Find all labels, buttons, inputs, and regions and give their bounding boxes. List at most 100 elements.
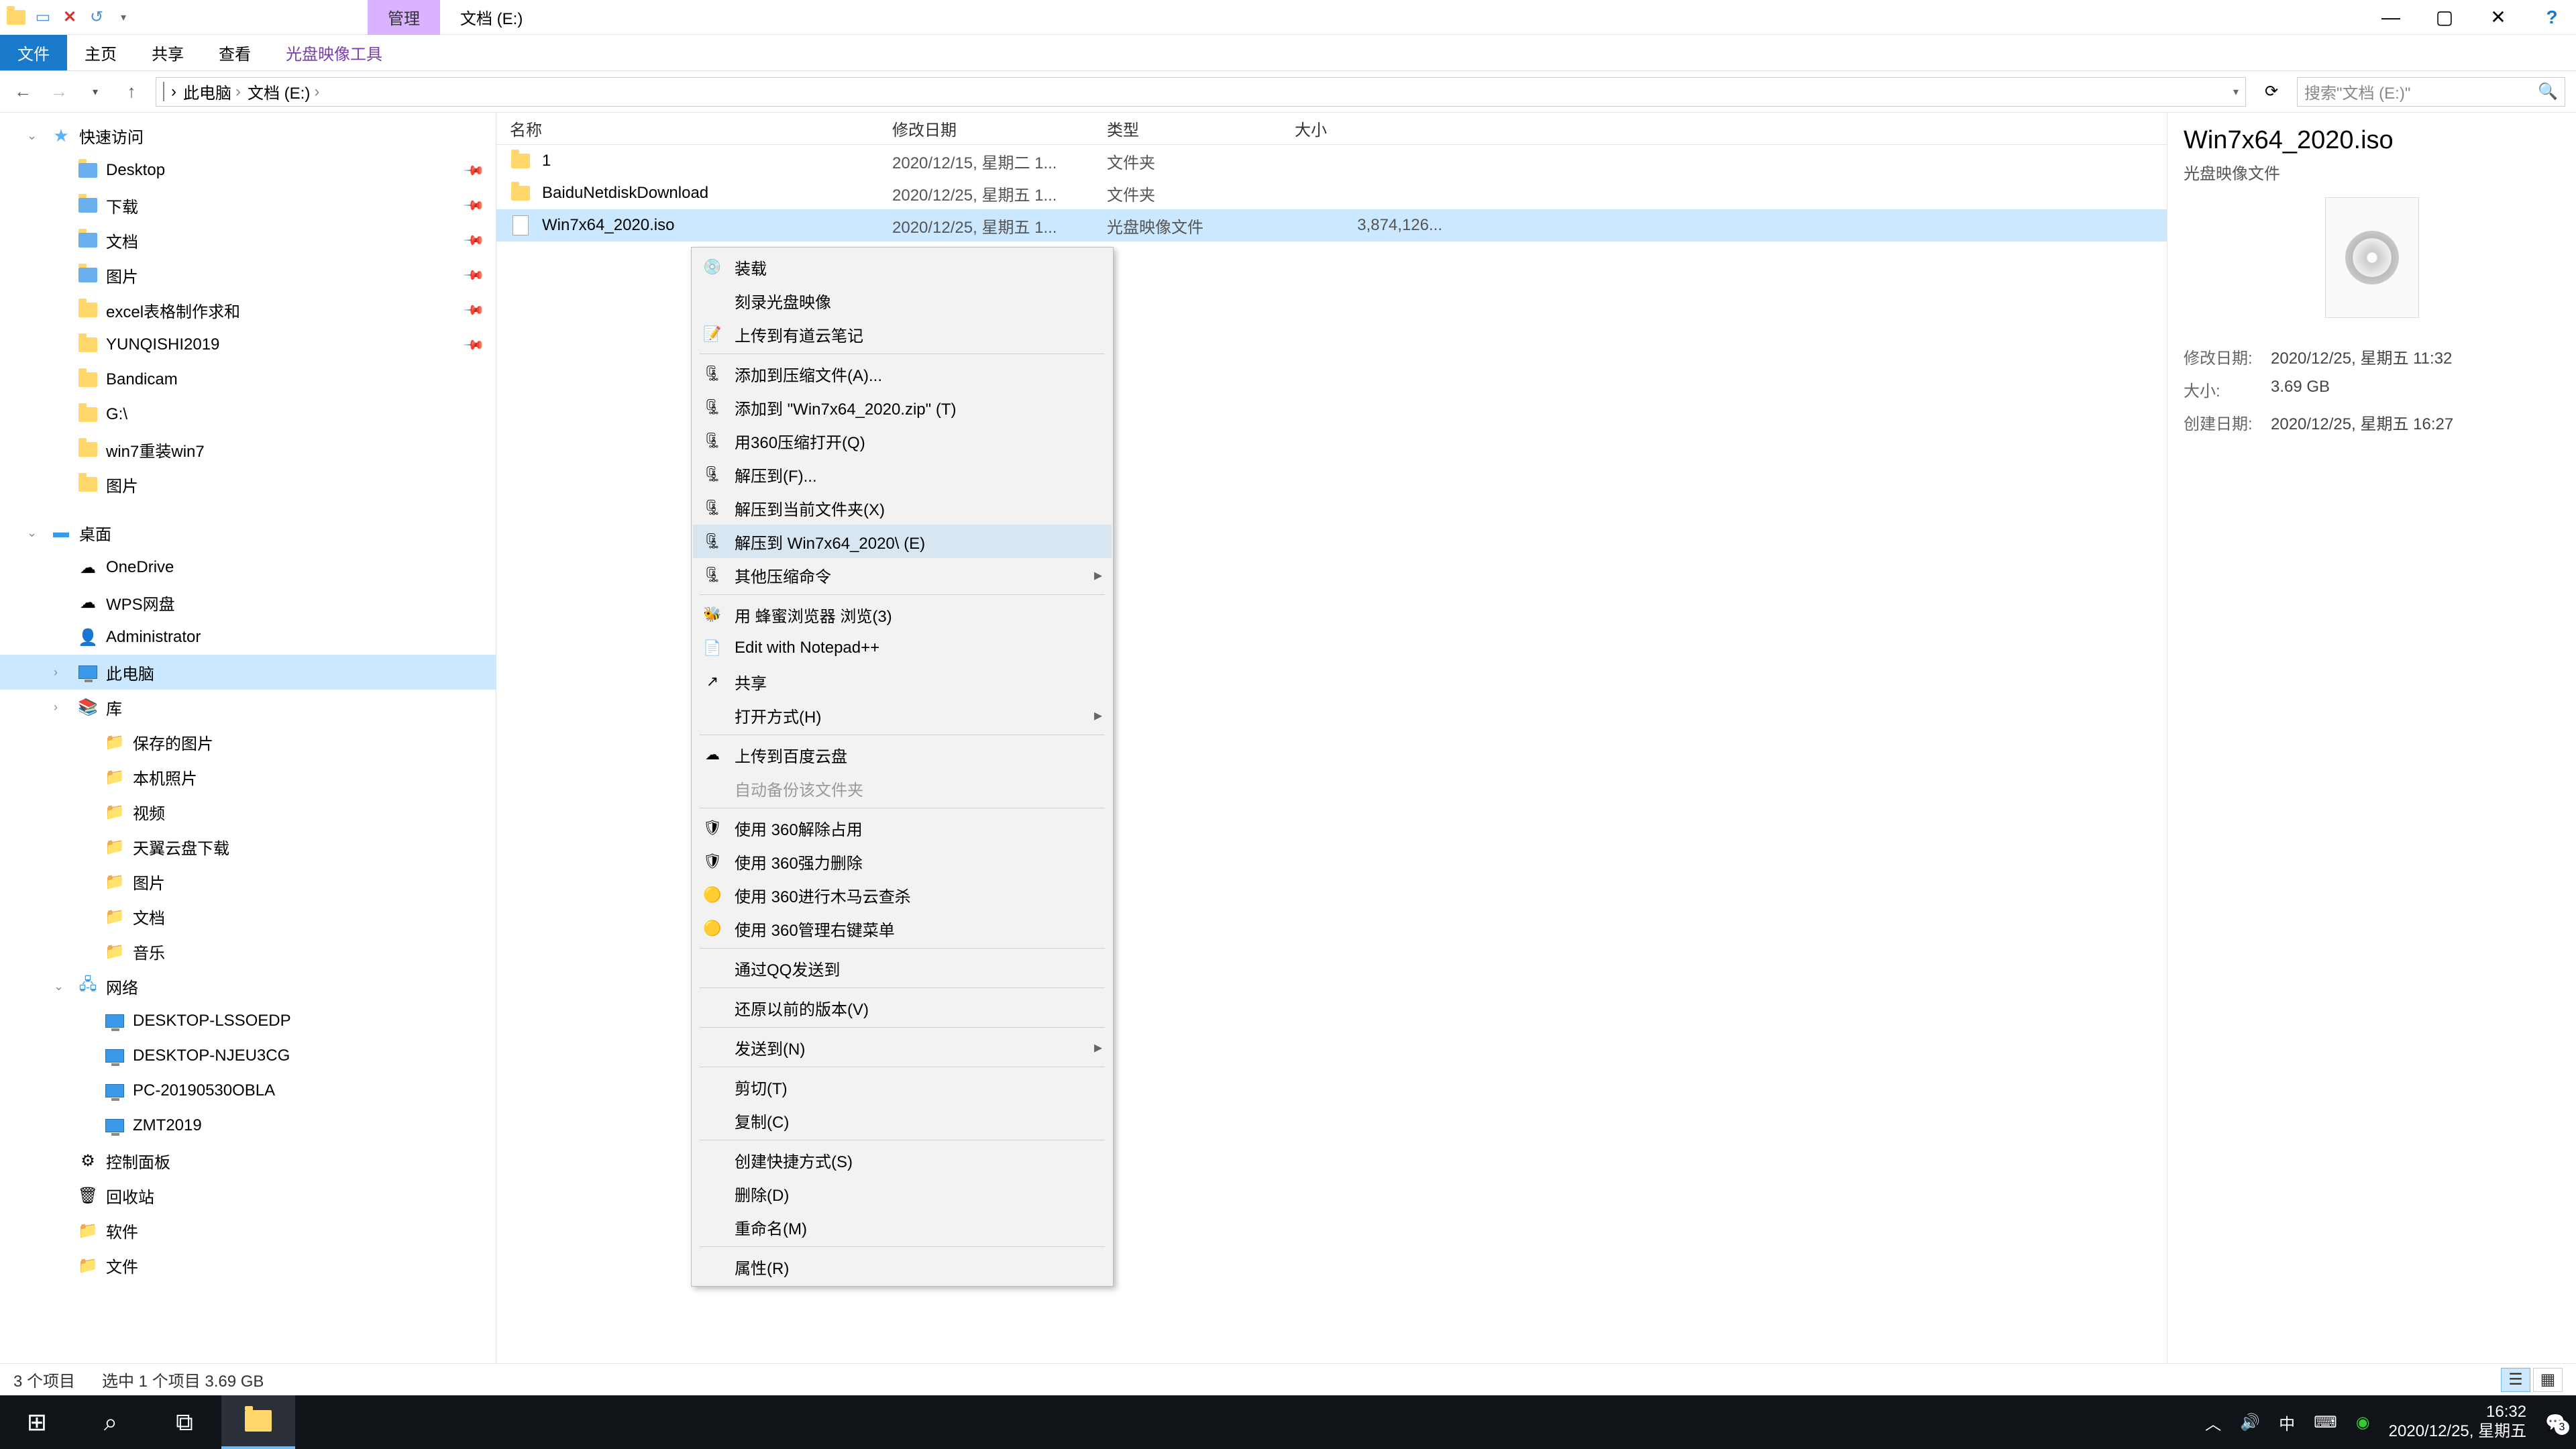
task-view-button[interactable]: ⧉	[148, 1395, 221, 1449]
context-menu-item[interactable]: 📄 Edit with Notepad++	[693, 631, 1112, 665]
expand-icon[interactable]: ›	[54, 700, 70, 714]
breadcrumb[interactable]: › 此电脑› 文档 (E:)› ▾	[156, 77, 2246, 107]
breadcrumb-item[interactable]: 文档 (E:)›	[248, 80, 319, 103]
tree-quick-item[interactable]: 图片	[0, 467, 496, 502]
tray-keyboard-icon[interactable]: ⌨	[2314, 1413, 2337, 1432]
qat-delete-icon[interactable]: ✕	[60, 8, 79, 27]
column-date[interactable]: 修改日期	[892, 117, 1107, 140]
context-menu-item[interactable]: 🗜 添加到压缩文件(A)...	[693, 357, 1112, 390]
column-size[interactable]: 大小	[1295, 117, 1469, 140]
context-menu-item[interactable]: 还原以前的版本(V)	[693, 991, 1112, 1024]
tree-desktop-item[interactable]: › 📚 库	[0, 690, 496, 724]
context-menu-item[interactable]: 🟡 使用 360进行木马云查杀	[693, 878, 1112, 912]
context-menu-item[interactable]: 重命名(M)	[693, 1210, 1112, 1244]
tree-quick-item[interactable]: excel表格制作求和 📌	[0, 292, 496, 327]
tree-library-item[interactable]: 📁 文档	[0, 899, 496, 934]
tree-quick-item[interactable]: 下载 📌	[0, 188, 496, 223]
ribbon-tab-file[interactable]: 文件	[0, 35, 67, 70]
tray-action-center-icon[interactable]: 💬3	[2545, 1413, 2565, 1432]
context-menu-item[interactable]: 🗜 添加到 "Win7x64_2020.zip" (T)	[693, 390, 1112, 424]
tree-library-item[interactable]: 📁 天翼云盘下载	[0, 829, 496, 864]
start-button[interactable]: ⊞	[0, 1395, 74, 1449]
ribbon-tab-view[interactable]: 查看	[201, 35, 268, 70]
tray-clock[interactable]: 16:32 2020/12/25, 星期五	[2389, 1403, 2526, 1442]
tray-volume-icon[interactable]: 🔊	[2240, 1413, 2260, 1432]
tree-item[interactable]: ⚙ 控制面板	[0, 1143, 496, 1178]
tree-desktop-item[interactable]: › 此电脑	[0, 655, 496, 690]
tree-library-item[interactable]: 📁 视频	[0, 794, 496, 829]
tree-quick-item[interactable]: Bandicam	[0, 362, 496, 397]
context-menu-item[interactable]: 删除(D)	[693, 1177, 1112, 1210]
ribbon-tab-disc-tools[interactable]: 光盘映像工具	[268, 35, 400, 70]
qat-properties-icon[interactable]: ▭	[34, 8, 52, 27]
context-menu-item[interactable]: 打开方式(H) ▸	[693, 698, 1112, 732]
context-menu-item[interactable]: 🛡 使用 360解除占用	[693, 811, 1112, 845]
tree-item[interactable]: 🗑 回收站	[0, 1178, 496, 1213]
context-menu-item[interactable]: 剪切(T)	[693, 1070, 1112, 1104]
context-menu-item[interactable]: 🟡 使用 360管理右键菜单	[693, 912, 1112, 945]
column-type[interactable]: 类型	[1107, 117, 1295, 140]
context-menu-item[interactable]: 📝 上传到有道云笔记	[693, 317, 1112, 351]
context-menu-item[interactable]: 🗜 解压到(F)...	[693, 458, 1112, 491]
search-input[interactable]: 搜索"文档 (E:)" 🔍	[2297, 77, 2565, 107]
tree-quick-item[interactable]: win7重装win7	[0, 432, 496, 467]
tree-quick-item[interactable]: Desktop 📌	[0, 153, 496, 188]
expand-icon[interactable]: ›	[54, 665, 70, 680]
taskbar-explorer[interactable]	[221, 1395, 295, 1449]
nav-back-button[interactable]: ←	[11, 80, 35, 104]
context-menu[interactable]: 💿 装载 刻录光盘映像 📝 上传到有道云笔记 🗜 添加到压缩文件(A)... 🗜…	[691, 247, 1114, 1287]
context-menu-item[interactable]: 发送到(N) ▸	[693, 1030, 1112, 1064]
tree-network-item[interactable]: PC-20190530OBLA	[0, 1073, 496, 1108]
ribbon-tab-share[interactable]: 共享	[134, 35, 201, 70]
view-details-button[interactable]: ☰	[2501, 1368, 2530, 1392]
view-icons-button[interactable]: ▦	[2533, 1368, 2563, 1392]
nav-forward-button[interactable]: →	[47, 80, 71, 104]
context-menu-item[interactable]: 🗜 其他压缩命令 ▸	[693, 558, 1112, 592]
tree-network-item[interactable]: ZMT2019	[0, 1108, 496, 1143]
file-row[interactable]: BaiduNetdiskDownload 2020/12/25, 星期五 1..…	[496, 177, 2167, 209]
tree-desktop-item[interactable]: 👤 Administrator	[0, 620, 496, 655]
tray-360-icon[interactable]: ◉	[2356, 1413, 2370, 1432]
tree-item[interactable]: 📁 文件	[0, 1248, 496, 1283]
close-button[interactable]: ✕	[2485, 4, 2512, 31]
context-menu-item[interactable]: 创建快捷方式(S)	[693, 1143, 1112, 1177]
context-menu-item[interactable]: 🗜 解压到 Win7x64_2020\ (E)	[693, 525, 1112, 558]
tree-network-item[interactable]: DESKTOP-LSSOEDP	[0, 1004, 496, 1038]
tray-chevron-up-icon[interactable]: ︿	[2205, 1411, 2221, 1434]
context-menu-item[interactable]: 🗜 用360压缩打开(Q)	[693, 424, 1112, 458]
file-row[interactable]: 1 2020/12/15, 星期二 1... 文件夹	[496, 145, 2167, 177]
tree-library-item[interactable]: 📁 本机照片	[0, 759, 496, 794]
context-menu-item[interactable]: 通过QQ发送到	[693, 951, 1112, 985]
context-menu-item[interactable]: 💿 装载	[693, 250, 1112, 284]
tree-desktop-item[interactable]: ☁ WPS网盘	[0, 585, 496, 620]
tree-quick-access[interactable]: ⌄ ★ 快速访问	[0, 118, 496, 153]
file-row[interactable]: Win7x64_2020.iso 2020/12/25, 星期五 1... 光盘…	[496, 209, 2167, 241]
column-name[interactable]: 名称	[510, 117, 892, 140]
tree-network-item[interactable]: DESKTOP-NJEU3CG	[0, 1038, 496, 1073]
expand-icon[interactable]: ⌄	[54, 979, 70, 994]
navigation-pane[interactable]: ⌄ ★ 快速访问 Desktop 📌 下载 📌 文档 📌 图片 📌 excel表…	[0, 113, 496, 1363]
tree-network[interactable]: ⌄ 🖧 网络	[0, 969, 496, 1004]
context-menu-item[interactable]: 属性(R)	[693, 1250, 1112, 1283]
search-button[interactable]: ⌕	[74, 1395, 148, 1449]
context-menu-item[interactable]: ↗ 共享	[693, 665, 1112, 698]
context-menu-item[interactable]: 复制(C)	[693, 1104, 1112, 1137]
ribbon-tab-home[interactable]: 主页	[67, 35, 134, 70]
tree-library-item[interactable]: 📁 音乐	[0, 934, 496, 969]
context-menu-item[interactable]: ☁ 上传到百度云盘	[693, 738, 1112, 771]
context-menu-item[interactable]: 🛡 使用 360强力删除	[693, 845, 1112, 878]
tree-desktop-item[interactable]: ☁ OneDrive	[0, 550, 496, 585]
address-dropdown-icon[interactable]: ▾	[2233, 85, 2239, 99]
expand-icon[interactable]: ⌄	[27, 526, 43, 540]
refresh-button[interactable]: ⟳	[2258, 77, 2285, 107]
tree-quick-item[interactable]: 图片 📌	[0, 258, 496, 292]
breadcrumb-item[interactable]: 此电脑›	[183, 80, 241, 103]
maximize-button[interactable]: ▢	[2431, 4, 2458, 31]
qat-undo-icon[interactable]: ↺	[87, 8, 106, 27]
nav-up-button[interactable]: ↑	[119, 80, 144, 104]
context-menu-item[interactable]: 刻录光盘映像	[693, 284, 1112, 317]
expand-icon[interactable]: ⌄	[27, 129, 43, 143]
tree-item[interactable]: 📁 软件	[0, 1213, 496, 1248]
tree-quick-item[interactable]: G:\	[0, 397, 496, 432]
tray-ime-indicator[interactable]: 中	[2279, 1411, 2295, 1434]
